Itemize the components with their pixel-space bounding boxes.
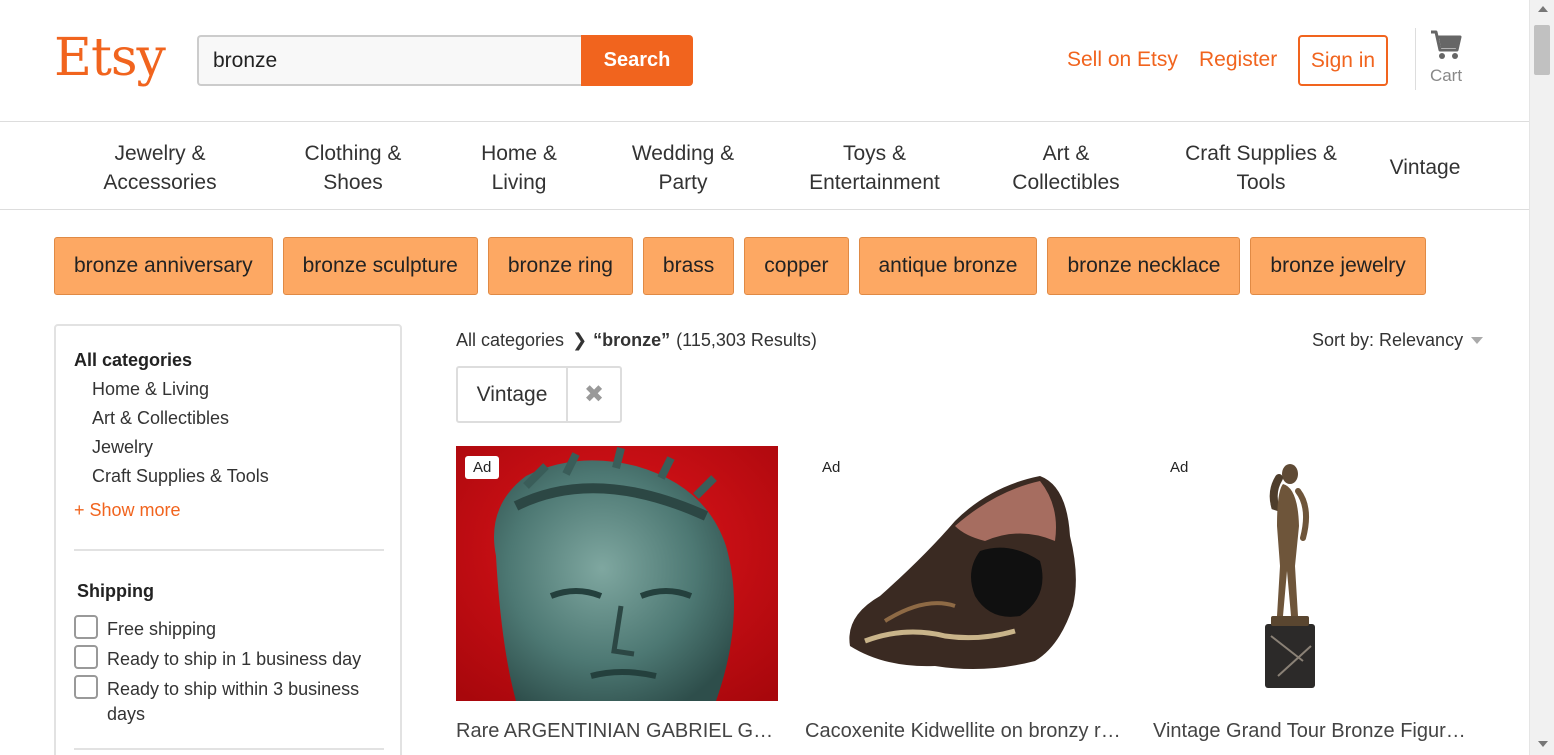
etsy-logo[interactable]: Etsy bbox=[54, 28, 166, 88]
ad-badge: Ad bbox=[1162, 456, 1197, 479]
ship-1-day-label: Ready to ship in 1 business day bbox=[107, 649, 362, 669]
sidebar-item-art-collectibles[interactable]: Art & Collectibles bbox=[92, 407, 269, 436]
ship-1-day-checkbox[interactable] bbox=[74, 645, 98, 669]
sidebar-item-home-living[interactable]: Home & Living bbox=[92, 378, 269, 407]
register-link[interactable]: Register bbox=[1199, 48, 1277, 72]
caret-down-icon bbox=[1471, 337, 1484, 344]
close-icon[interactable]: ✖ bbox=[568, 368, 620, 421]
sidebar-divider bbox=[74, 748, 384, 750]
ad-badge: Ad bbox=[814, 456, 849, 479]
sidebar-divider bbox=[74, 549, 384, 551]
search-input[interactable] bbox=[197, 35, 581, 86]
listing-image[interactable]: Ad bbox=[805, 446, 1127, 701]
sidebar-item-jewelry[interactable]: Jewelry bbox=[92, 436, 269, 465]
chip-bronze-necklace[interactable]: bronze necklace bbox=[1047, 237, 1241, 295]
listing-title[interactable]: Rare ARGENTINIAN GABRIEL Grunberg Bronze… bbox=[456, 720, 778, 743]
chip-bronze-jewelry[interactable]: bronze jewelry bbox=[1250, 237, 1426, 295]
scroll-down-arrow-icon[interactable] bbox=[1538, 741, 1548, 747]
cart-button[interactable]: Cart bbox=[1424, 30, 1468, 86]
cart-icon bbox=[1431, 30, 1462, 59]
ship-3-days-checkbox[interactable] bbox=[74, 675, 98, 699]
free-shipping-label: Free shipping bbox=[107, 619, 217, 639]
sort-label: Sort by: Relevancy bbox=[1312, 330, 1464, 350]
breadcrumb-all-categories[interactable]: All categories bbox=[456, 330, 564, 351]
listing-card[interactable]: Ad Rare ARGENTINIAN GABRIEL Grunberg Bro… bbox=[456, 446, 778, 742]
result-count: (115,303 Results) bbox=[676, 330, 817, 350]
sell-on-etsy-link[interactable]: Sell on Etsy bbox=[1067, 48, 1178, 72]
nav-wedding-party[interactable]: Wedding & Party bbox=[618, 139, 748, 197]
free-shipping-checkbox[interactable] bbox=[74, 615, 98, 639]
scroll-up-arrow-icon[interactable] bbox=[1538, 6, 1548, 12]
listing-card[interactable]: Ad Cacoxenite Kidwellite on bronzy rainb… bbox=[805, 446, 1127, 742]
listing-card[interactable]: Ad Vintage Grand Tour Bronze Figure on m… bbox=[1153, 446, 1475, 742]
ship-3-days-label: Ready to ship within 3 business days bbox=[107, 679, 360, 724]
cart-divider bbox=[1415, 28, 1416, 90]
bronze-figure-image bbox=[1153, 446, 1475, 701]
search-button[interactable]: Search bbox=[581, 35, 693, 86]
statue-of-liberty-head-image bbox=[456, 446, 778, 701]
active-filter-vintage: Vintage ✖ bbox=[456, 366, 622, 423]
chip-bronze-sculpture[interactable]: bronze sculpture bbox=[282, 237, 478, 295]
sidebar-item-craft-supplies[interactable]: Craft Supplies & Tools bbox=[92, 465, 269, 494]
cart-label: Cart bbox=[1429, 66, 1463, 85]
listing-title[interactable]: Vintage Grand Tour Bronze Figure on marb… bbox=[1153, 720, 1475, 743]
ship-3-days-option[interactable]: Ready to ship within 3 business days bbox=[74, 675, 367, 727]
nav-toys-entertainment[interactable]: Toys & Entertainment bbox=[797, 139, 952, 197]
all-categories-link[interactable]: All categories bbox=[74, 350, 192, 371]
show-more-link[interactable]: + Show more bbox=[74, 500, 181, 521]
breadcrumb: All categories ❯ “bronze” (115,303 Resul… bbox=[456, 330, 817, 351]
sign-in-button[interactable]: Sign in bbox=[1298, 35, 1388, 86]
mineral-specimen-image bbox=[805, 446, 1127, 701]
search-bar: Search bbox=[197, 35, 693, 86]
nav-craft-supplies-tools[interactable]: Craft Supplies & Tools bbox=[1175, 139, 1347, 197]
filter-label: Vintage bbox=[458, 368, 568, 421]
nav-jewelry-accessories[interactable]: Jewelry & Accessories bbox=[90, 139, 230, 197]
chevron-right-icon: ❯ bbox=[572, 330, 588, 350]
shipping-heading: Shipping bbox=[77, 581, 154, 601]
chip-bronze-anniversary[interactable]: bronze anniversary bbox=[54, 237, 273, 295]
page-scrollbar[interactable] bbox=[1529, 0, 1554, 755]
chip-copper[interactable]: copper bbox=[744, 237, 849, 295]
chip-antique-bronze[interactable]: antique bronze bbox=[858, 237, 1038, 295]
nav-art-collectibles[interactable]: Art & Collectibles bbox=[1000, 139, 1132, 197]
related-searches: bronze anniversary bronze sculpture bron… bbox=[54, 237, 1426, 295]
free-shipping-option[interactable]: Free shipping bbox=[74, 615, 367, 642]
chip-bronze-ring[interactable]: bronze ring bbox=[487, 237, 633, 295]
ad-badge: Ad bbox=[465, 456, 500, 479]
chip-brass[interactable]: brass bbox=[642, 237, 735, 295]
filter-sidebar: All categories Home & Living Art & Colle… bbox=[54, 324, 402, 755]
site-header: Etsy Search Sell on Etsy Register Sign i… bbox=[0, 0, 1529, 122]
scroll-thumb[interactable] bbox=[1534, 25, 1550, 75]
listing-image[interactable]: Ad bbox=[1153, 446, 1475, 701]
listing-title[interactable]: Cacoxenite Kidwellite on bronzy rainbow … bbox=[805, 720, 1127, 743]
nav-clothing-shoes[interactable]: Clothing & Shoes bbox=[288, 139, 418, 197]
ship-1-day-option[interactable]: Ready to ship in 1 business day bbox=[74, 645, 367, 672]
nav-vintage[interactable]: Vintage bbox=[1380, 153, 1470, 182]
nav-home-living[interactable]: Home & Living bbox=[464, 139, 574, 197]
search-query-label: “bronze” bbox=[593, 330, 671, 350]
sort-dropdown[interactable]: Sort by: Relevancy bbox=[1312, 330, 1484, 351]
category-nav: Jewelry & Accessories Clothing & Shoes H… bbox=[0, 122, 1529, 210]
category-list: Home & Living Art & Collectibles Jewelry… bbox=[92, 378, 269, 494]
listing-image[interactable]: Ad bbox=[456, 446, 778, 701]
